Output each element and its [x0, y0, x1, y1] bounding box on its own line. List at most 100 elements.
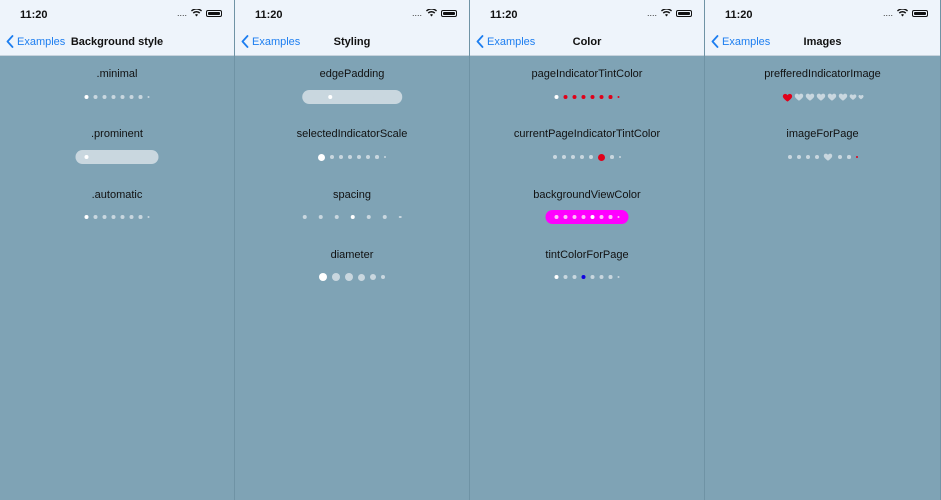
battery-icon	[206, 9, 222, 17]
section-label: spacing	[333, 189, 371, 201]
page-dot	[84, 155, 89, 159]
page-dot	[838, 155, 842, 159]
section-label: backgroundViewColor	[533, 189, 641, 201]
wifi-icon	[661, 9, 672, 17]
screen-background-style: 11:20.... Examples Background style .minima…	[0, 0, 235, 500]
section-label: diameter	[330, 249, 374, 261]
battery-icon	[912, 9, 928, 17]
page-control[interactable]	[75, 150, 159, 164]
page-dot	[617, 215, 620, 219]
page-dot	[93, 215, 98, 219]
heart-icon	[827, 93, 837, 101]
page-dot	[608, 275, 612, 279]
page-control[interactable]	[84, 91, 150, 103]
page-dot	[381, 275, 385, 279]
status-icons: ....	[883, 8, 928, 18]
page-dot	[318, 215, 323, 219]
page-dot	[581, 215, 586, 219]
page-dot	[589, 155, 593, 159]
page-dot	[847, 155, 851, 159]
page-control[interactable]	[318, 151, 386, 163]
page-dot	[617, 95, 620, 99]
page-dot	[138, 215, 142, 219]
page-dot	[111, 215, 116, 219]
page-dot	[102, 155, 107, 159]
page-dot	[598, 153, 605, 161]
page-dot	[608, 215, 612, 219]
page-dot	[355, 95, 360, 99]
page-dot	[357, 155, 361, 159]
status-bar: 11:20....	[470, 0, 704, 32]
navigation-bar: Examples Color	[470, 32, 704, 56]
nav-title: Images	[803, 36, 842, 48]
nav-title: Background style	[70, 36, 164, 48]
signal-icon: ....	[411, 8, 422, 18]
page-dot	[617, 275, 620, 279]
screen-images: 11:20.... Examples Images prefferedIndicato…	[705, 0, 941, 500]
page-control[interactable]	[545, 210, 629, 224]
page-dot	[129, 95, 134, 99]
page-dot	[608, 95, 612, 99]
page-dot	[147, 95, 150, 99]
page-control[interactable]	[554, 271, 620, 283]
page-dot	[572, 95, 577, 99]
wifi-icon	[426, 9, 437, 17]
heart-icon	[823, 153, 833, 161]
page-dot	[797, 155, 801, 159]
signal-icon: ....	[646, 8, 657, 18]
page-dot	[345, 273, 353, 281]
page-control[interactable]	[554, 91, 620, 103]
status-bar: 11:20....	[705, 0, 940, 32]
page-control[interactable]	[782, 91, 864, 103]
heart-icon	[794, 93, 804, 101]
page-dot	[815, 155, 819, 159]
heart-icon	[858, 95, 864, 100]
status-time: 11:20	[725, 9, 753, 21]
page-dot	[580, 155, 584, 159]
status-time: 11:20	[255, 9, 283, 21]
page-dot	[375, 155, 379, 159]
page-dot	[84, 95, 89, 99]
page-control[interactable]	[302, 211, 402, 223]
page-dot	[572, 275, 577, 279]
page-dot	[120, 95, 125, 99]
page-dot	[554, 215, 559, 219]
page-control[interactable]	[84, 211, 150, 223]
page-control[interactable]	[302, 90, 402, 104]
section-label: edgePadding	[319, 68, 385, 80]
page-dot	[348, 155, 352, 159]
page-control[interactable]	[788, 151, 858, 163]
page-dot	[806, 155, 810, 159]
page-dot	[330, 155, 334, 159]
page-dot	[328, 95, 333, 99]
status-icons: ....	[177, 8, 222, 18]
page-control[interactable]	[553, 151, 621, 163]
nav-title: Styling	[333, 36, 371, 48]
page-dot	[111, 155, 116, 159]
page-dot	[618, 155, 621, 159]
page-dot	[562, 155, 566, 159]
page-dot	[318, 153, 325, 161]
section-label: tintColorForPage	[545, 249, 629, 261]
heart-icon	[849, 94, 857, 100]
page-dot	[147, 155, 150, 159]
page-dot	[563, 275, 568, 279]
page-dot	[398, 215, 402, 219]
screens-container: 11:20.... Examples Background style .minima…	[0, 0, 941, 500]
page-dot	[599, 275, 604, 279]
page-dot	[339, 155, 343, 159]
page-dot	[93, 155, 98, 159]
page-dot	[366, 215, 371, 219]
page-dot	[383, 155, 386, 159]
wifi-icon	[191, 9, 202, 17]
page-dot	[581, 95, 586, 99]
page-dot	[788, 155, 792, 159]
page-control[interactable]	[319, 271, 385, 283]
status-time: 11:20	[20, 9, 48, 21]
heart-icon	[782, 93, 793, 102]
page-dot	[120, 215, 125, 219]
page-dot	[350, 215, 355, 219]
heart-icon	[816, 93, 826, 101]
section-label: imageForPage	[786, 128, 859, 140]
section-label: .minimal	[96, 68, 138, 80]
